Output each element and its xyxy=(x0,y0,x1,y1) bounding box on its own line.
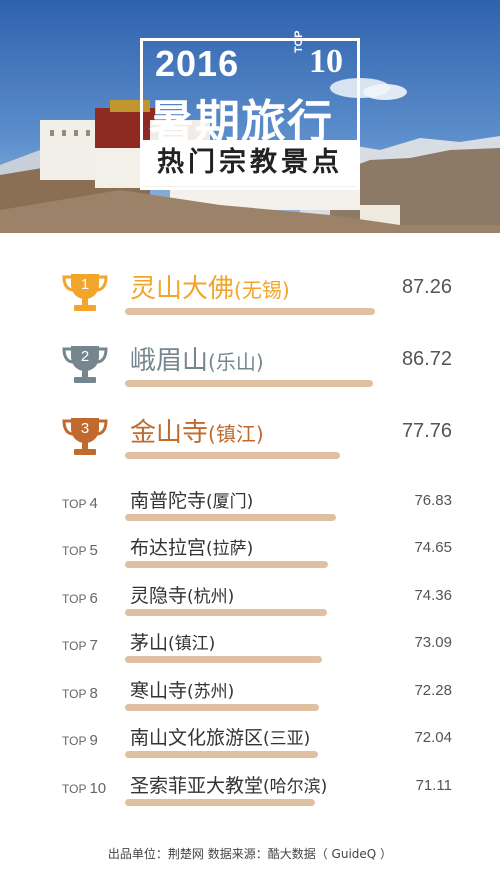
rank-number: 5 xyxy=(89,542,98,559)
attraction-city: (哈尔滨) xyxy=(263,777,328,797)
attraction-title: 峨眉山 xyxy=(130,346,209,376)
attraction-city: (拉萨) xyxy=(206,539,254,559)
score-bar xyxy=(125,514,336,521)
attraction-name: 圣索菲亚大教堂(哈尔滨) xyxy=(130,771,327,798)
ranking-row: TOP 8 寒山寺(苏州) 72.28 xyxy=(0,676,500,720)
attraction-name: 寒山寺(苏州) xyxy=(130,676,234,703)
ranking-row: 3 金山寺(镇江) 77.76 xyxy=(0,412,500,472)
attraction-title: 南普陀寺 xyxy=(130,490,207,512)
score-value: 73.09 xyxy=(414,634,452,651)
score-bar xyxy=(125,452,340,459)
rank-number: 8 xyxy=(89,685,98,702)
attraction-name: 茅山(镇江) xyxy=(130,628,215,655)
attraction-title: 南山文化旅游区 xyxy=(130,727,264,749)
rank-number: 4 xyxy=(89,495,98,512)
attraction-name: 灵山大佛(无锡) xyxy=(130,268,290,305)
ranking-row: TOP 7 茅山(镇江) 73.09 xyxy=(0,628,500,672)
score-bar xyxy=(125,561,328,568)
score-bar xyxy=(125,799,315,806)
rank-number: 6 xyxy=(89,590,98,607)
score-value: 71.11 xyxy=(415,777,452,794)
attraction-city: (乐山) xyxy=(208,350,264,374)
rank-prefix: TOP xyxy=(62,544,87,558)
attraction-city: (杭州) xyxy=(187,587,235,607)
rank-prefix: TOP xyxy=(62,592,87,606)
rank-number: 7 xyxy=(89,637,98,654)
score-value: 86.72 xyxy=(401,348,452,370)
rank-prefix: TOP xyxy=(62,497,87,511)
ranking-row: TOP 6 灵隐寺(杭州) 74.36 xyxy=(0,581,500,625)
attraction-city: (镇江) xyxy=(168,634,216,654)
score-value: 74.65 xyxy=(414,539,452,556)
attraction-city: (厦门) xyxy=(206,492,254,512)
attraction-city: (无锡) xyxy=(234,278,290,302)
score-bar xyxy=(125,751,318,758)
attraction-title: 灵山大佛 xyxy=(130,274,235,304)
rank-prefix: TOP xyxy=(62,734,87,748)
rank-prefix: TOP xyxy=(62,687,87,701)
attraction-name: 南普陀寺(厦门) xyxy=(130,486,253,513)
attraction-city: (苏州) xyxy=(187,682,235,702)
attraction-name: 南山文化旅游区(三亚) xyxy=(130,723,310,750)
rank-prefix: TOP xyxy=(62,782,87,796)
score-bar xyxy=(125,656,322,663)
score-value: 77.76 xyxy=(401,420,452,442)
score-bar xyxy=(125,380,373,387)
ranking-row: 2 峨眉山(乐山) 86.72 xyxy=(0,340,500,400)
rank-label: TOP 8 xyxy=(62,685,98,702)
attraction-title: 圣索菲亚大教堂 xyxy=(130,775,264,797)
ranking-chart: 1 灵山大佛(无锡) 87.26 2 峨眉山(乐山) 86.72 3 金山寺(镇江) 77.76… xyxy=(0,233,500,833)
rank-label: TOP 7 xyxy=(62,637,98,654)
score-value: 74.36 xyxy=(414,587,452,604)
rank-label: TOP 4 xyxy=(62,495,98,512)
attraction-name: 灵隐寺(杭州) xyxy=(130,581,234,608)
ranking-row: 1 灵山大佛(无锡) 87.26 xyxy=(0,268,500,328)
rank-number: 3 xyxy=(80,420,90,437)
score-bar xyxy=(125,609,327,616)
attraction-title: 灵隐寺 xyxy=(130,585,188,607)
attraction-name: 金山寺(镇江) xyxy=(130,412,264,449)
score-bar xyxy=(125,704,319,711)
rank-prefix: TOP xyxy=(62,639,87,653)
score-value: 87.26 xyxy=(401,276,452,298)
rank-label: TOP 9 xyxy=(62,732,98,749)
page-subtitle: 热门宗教景点 xyxy=(140,140,360,186)
ranking-row: TOP 10 圣索菲亚大教堂(哈尔滨) 71.11 xyxy=(0,771,500,815)
ranking-row: TOP 9 南山文化旅游区(三亚) 72.04 xyxy=(0,723,500,767)
year-label: 2016 xyxy=(155,43,240,84)
rank-number: 10 xyxy=(89,780,107,797)
rank-label: TOP 5 xyxy=(62,542,98,559)
score-value: 72.28 xyxy=(414,682,452,699)
attraction-city: (镇江) xyxy=(208,422,264,446)
score-value: 72.04 xyxy=(414,729,452,746)
rank-label: TOP 10 xyxy=(62,780,106,797)
attraction-city: (三亚) xyxy=(263,729,311,749)
attraction-title: 茅山 xyxy=(130,632,169,654)
score-value: 76.83 xyxy=(414,492,452,509)
score-bar xyxy=(125,308,375,315)
top-number: 10 xyxy=(309,43,343,80)
ranking-row: TOP 5 布达拉宫(拉萨) 74.65 xyxy=(0,533,500,577)
rank-number: 9 xyxy=(89,732,98,749)
top-label: TOP xyxy=(293,30,305,53)
attraction-title: 金山寺 xyxy=(130,418,209,448)
source-footer: 出品单位：荆楚网 数据来源：酷大数据（ GuideQ ） xyxy=(107,847,393,861)
rank-number: 1 xyxy=(80,276,90,293)
rank-number: 2 xyxy=(80,348,90,365)
ranking-row: TOP 4 南普陀寺(厦门) 76.83 xyxy=(0,486,500,530)
attraction-title: 布达拉宫 xyxy=(130,537,207,559)
attraction-name: 布达拉宫(拉萨) xyxy=(130,533,253,560)
attraction-name: 峨眉山(乐山) xyxy=(130,340,264,377)
rank-label: TOP 6 xyxy=(62,590,98,607)
header-banner: 2016 TOP 10 暑期旅行 热门宗教景点 xyxy=(0,0,500,233)
attraction-title: 寒山寺 xyxy=(130,680,188,702)
